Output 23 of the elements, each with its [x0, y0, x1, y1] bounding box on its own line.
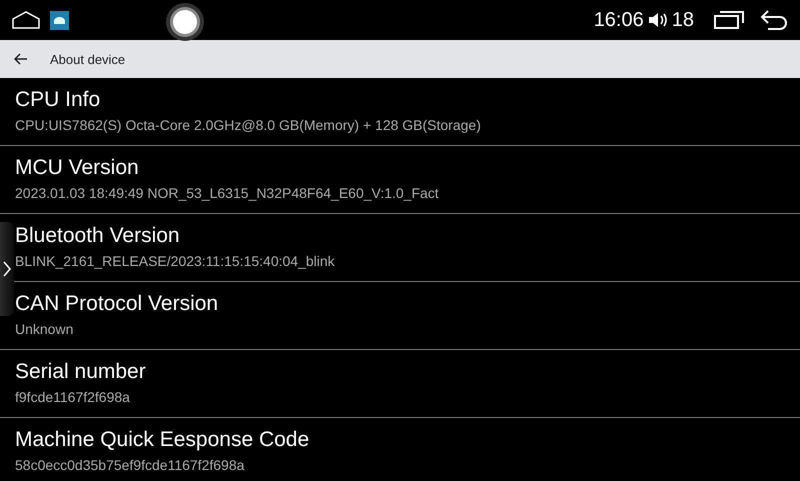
item-title: CPU Info	[15, 87, 100, 113]
item-title: MCU Version	[15, 155, 139, 181]
back-arrow-icon[interactable]	[14, 53, 28, 65]
item-value: Unknown	[15, 321, 74, 337]
item-title: CAN Protocol Version	[15, 291, 218, 317]
item-value: BLINK_2161_RELEASE/2023:11:15:15:40:04_blink	[15, 253, 335, 269]
item-value: 2023.01.03 18:49:49 NOR_53_L6315_N32P48F64_E60_V:1.0_Fact	[15, 185, 439, 201]
item-value: CPU:UIS7862(S) Octa-Core 2.0GHz@8.0 GB(Memory) + 128 GB(Storage)	[15, 117, 481, 133]
back-icon[interactable]	[760, 10, 788, 30]
item-value: 58c0ecc0d35b75ef9fcde1167f2f698a	[15, 457, 244, 473]
home-icon[interactable]	[12, 11, 40, 29]
item-value: f9fcde1167f2f698a	[15, 389, 130, 405]
item-title: Bluetooth Version	[15, 223, 180, 249]
item-title: Machine Quick Eesponse Code	[15, 427, 310, 453]
volume-icon	[648, 12, 668, 28]
android-icon[interactable]	[50, 10, 69, 30]
page-title: About device	[50, 52, 126, 66]
clock: 16:06	[594, 8, 644, 32]
floating-button-icon[interactable]	[166, 3, 204, 41]
volume-level: 18	[672, 8, 694, 32]
item-title: Serial number	[15, 359, 146, 385]
side-panel-handle[interactable]	[0, 222, 14, 316]
recent-apps-icon[interactable]	[714, 11, 744, 29]
